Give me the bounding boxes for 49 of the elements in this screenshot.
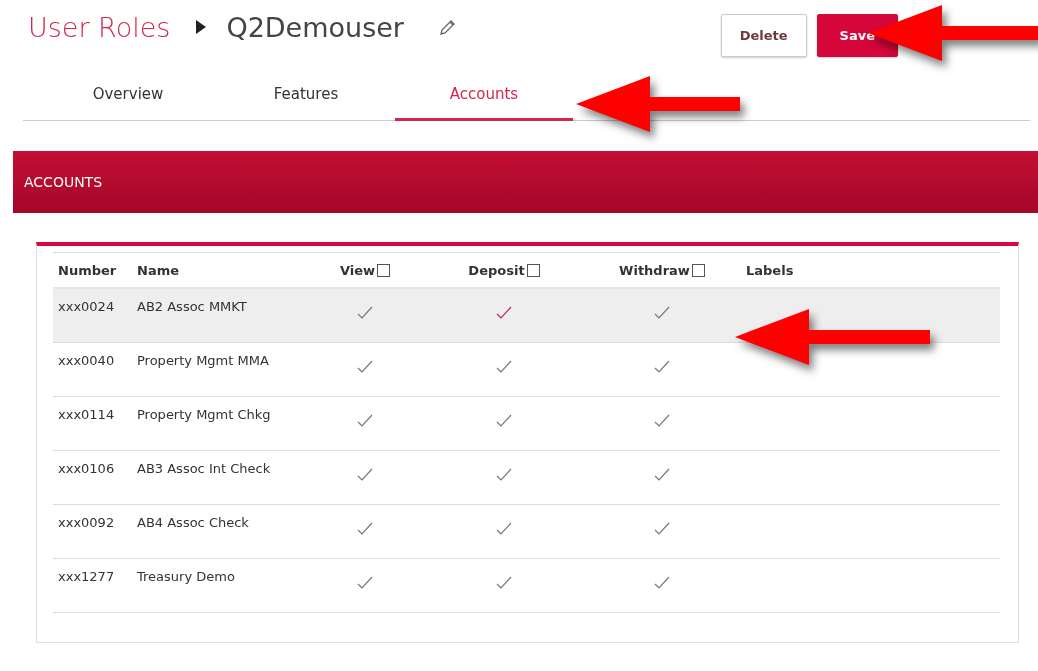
tab[interactable]: Accounts bbox=[395, 75, 573, 121]
account-name: AB3 Assoc Int Check bbox=[136, 460, 272, 478]
section-title: ACCOUNTS bbox=[24, 174, 103, 190]
checkmark-icon[interactable] bbox=[654, 576, 670, 590]
caret-icon bbox=[196, 20, 207, 34]
save-button[interactable]: Save bbox=[816, 13, 898, 57]
column-header: Deposit bbox=[468, 262, 525, 278]
account-name: Property Mgmt MMA bbox=[136, 352, 270, 370]
checkmark-icon[interactable] bbox=[496, 306, 512, 320]
delete-button[interactable]: Delete bbox=[720, 13, 807, 57]
account-name: AB4 Assoc Check bbox=[136, 514, 250, 532]
account-number: xxx0114 bbox=[57, 406, 116, 424]
checkmark-icon[interactable] bbox=[357, 522, 373, 536]
checkbox[interactable] bbox=[377, 263, 391, 277]
checkmark-icon[interactable] bbox=[357, 360, 373, 374]
account-number: xxx0106 bbox=[57, 460, 116, 478]
column-header: Number bbox=[58, 262, 117, 278]
checkmark-icon[interactable] bbox=[496, 576, 512, 590]
checkmark-icon[interactable] bbox=[357, 306, 373, 320]
account-name: Treasury Demo bbox=[136, 568, 236, 586]
column-header: Withdraw bbox=[619, 262, 690, 278]
checkbox[interactable] bbox=[526, 263, 540, 277]
account-number: xxx0024 bbox=[57, 298, 116, 316]
column-header: Labels bbox=[746, 262, 794, 278]
checkmark-icon[interactable] bbox=[496, 414, 512, 428]
account-name: AB2 Assoc MMKT bbox=[136, 298, 248, 316]
checkbox[interactable] bbox=[691, 263, 705, 277]
checkmark-icon[interactable] bbox=[654, 414, 670, 428]
checkmark-icon[interactable] bbox=[654, 306, 670, 320]
checkmark-icon[interactable] bbox=[357, 414, 373, 428]
checkmark-icon[interactable] bbox=[496, 522, 512, 536]
checkmark-icon[interactable] bbox=[357, 468, 373, 482]
account-name: Property Mgmt Chkg bbox=[136, 406, 272, 424]
checkmark-icon[interactable] bbox=[496, 360, 512, 374]
page-title: Q2Demouser bbox=[226, 11, 404, 43]
tab[interactable]: Features bbox=[217, 75, 395, 121]
checkmark-icon[interactable] bbox=[654, 468, 670, 482]
column-header: View bbox=[339, 262, 376, 278]
account-number: xxx1277 bbox=[57, 568, 116, 586]
checkmark-icon[interactable] bbox=[654, 522, 670, 536]
breadcrumb-link[interactable]: User Roles bbox=[28, 11, 171, 43]
checkmark-icon[interactable] bbox=[496, 468, 512, 482]
checkmark-icon[interactable] bbox=[654, 360, 670, 374]
tab[interactable]: Overview bbox=[39, 75, 217, 121]
account-number: xxx0040 bbox=[57, 352, 116, 370]
table-row[interactable]: xxx0024 AB2 Assoc MMKT bbox=[53, 289, 1000, 343]
account-number: xxx0092 bbox=[57, 514, 116, 532]
column-header: Name bbox=[137, 262, 179, 278]
checkmark-icon[interactable] bbox=[357, 576, 373, 590]
